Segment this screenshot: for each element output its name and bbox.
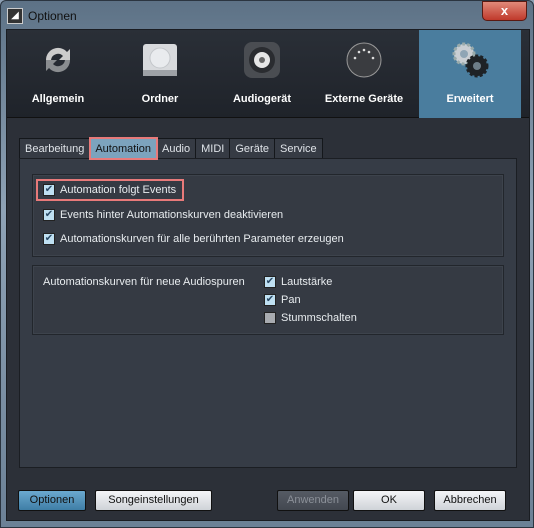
ok-button[interactable]: OK [353,490,425,511]
dialog-client: Allgemein Ordner Audiogerät Externe Gerä… [6,29,530,521]
optionen-button[interactable]: Optionen [18,490,86,511]
checkbox-lautstaerke[interactable]: ✔ Lautstärke [264,276,332,288]
checkbox-label: Events hinter Automationskurven deaktivi… [60,209,284,221]
category-allgemein[interactable]: Allgemein [7,30,109,118]
tab-bearbeitung[interactable]: Bearbeitung [19,138,91,159]
category-label: Externe Geräte [324,93,404,105]
check-icon: ✔ [43,233,55,245]
tab-midi[interactable]: MIDI [196,138,231,159]
midi-port-icon [346,42,382,78]
check-icon: ✔ [43,209,55,221]
category-bar: Allgemein Ordner Audiogerät Externe Gerä… [7,30,529,118]
tab-audio[interactable]: Audio [156,138,197,159]
category-label: Erweitert [446,93,494,105]
gears-icon [452,42,489,78]
category-audiogeraet[interactable]: Audiogerät [211,30,313,118]
checkbox-label: Pan [281,294,301,306]
window-title: Optionen [28,9,77,23]
checkbox-stummschalten[interactable]: Stummschalten [264,312,357,324]
category-ordner[interactable]: Ordner [109,30,211,118]
title-bar[interactable]: ◢ Optionen x [1,1,534,29]
unchecked-box [264,312,276,324]
checkbox-label: Stummschalten [281,312,357,324]
check-icon: ✔ [264,276,276,288]
tab-service[interactable]: Service [275,138,323,159]
check-icon: ✔ [43,184,55,196]
category-erweitert[interactable]: Erweitert [419,30,521,118]
category-label: Audiogerät [232,93,292,105]
audiospuren-label: Automationskurven für neue Audiospuren [43,276,245,288]
checkbox-pan[interactable]: ✔ Pan [264,294,301,306]
tab-geraete[interactable]: Geräte [230,138,275,159]
checkbox-events-deaktivieren[interactable]: ✔ Events hinter Automationskurven deakti… [43,209,283,221]
automation-options-group: ✔ Automation folgt Events ✔ Events hinte… [32,174,504,257]
checkbox-label: Lautstärke [281,276,333,288]
checkbox-automationskurven-erzeugen[interactable]: ✔ Automationskurven für alle berührten P… [43,233,344,245]
category-label: Allgemein [31,93,85,105]
category-externe-geraete[interactable]: Externe Geräte [313,30,415,118]
speaker-icon [244,42,280,78]
anwenden-button[interactable]: Anwenden [277,490,349,511]
dialog-window: ◢ Optionen x Allgemein Ordner Audiogerät… [0,0,534,528]
audiospuren-group: Automationskurven für neue Audiospuren ✔… [32,265,504,335]
tab-automation[interactable]: Automation [89,137,158,160]
tab-bar: Bearbeitung Automation Audio MIDI Geräte… [19,137,323,160]
checkbox-automation-folgt-events[interactable]: ✔ Automation folgt Events [35,179,185,201]
automation-panel: ✔ Automation folgt Events ✔ Events hinte… [19,158,517,468]
category-label: Ordner [141,93,179,105]
checkbox-label: Automation folgt Events [60,184,177,196]
abbrechen-button[interactable]: Abbrechen [434,490,506,511]
checkbox-label: Automationskurven für alle berührten Par… [60,233,344,245]
songeinstellungen-button[interactable]: Songeinstellungen [95,490,212,511]
refresh-icon [45,47,71,73]
app-icon: ◢ [7,8,23,24]
check-icon: ✔ [264,294,276,306]
drive-icon [143,44,177,76]
close-button[interactable]: x [482,1,527,21]
